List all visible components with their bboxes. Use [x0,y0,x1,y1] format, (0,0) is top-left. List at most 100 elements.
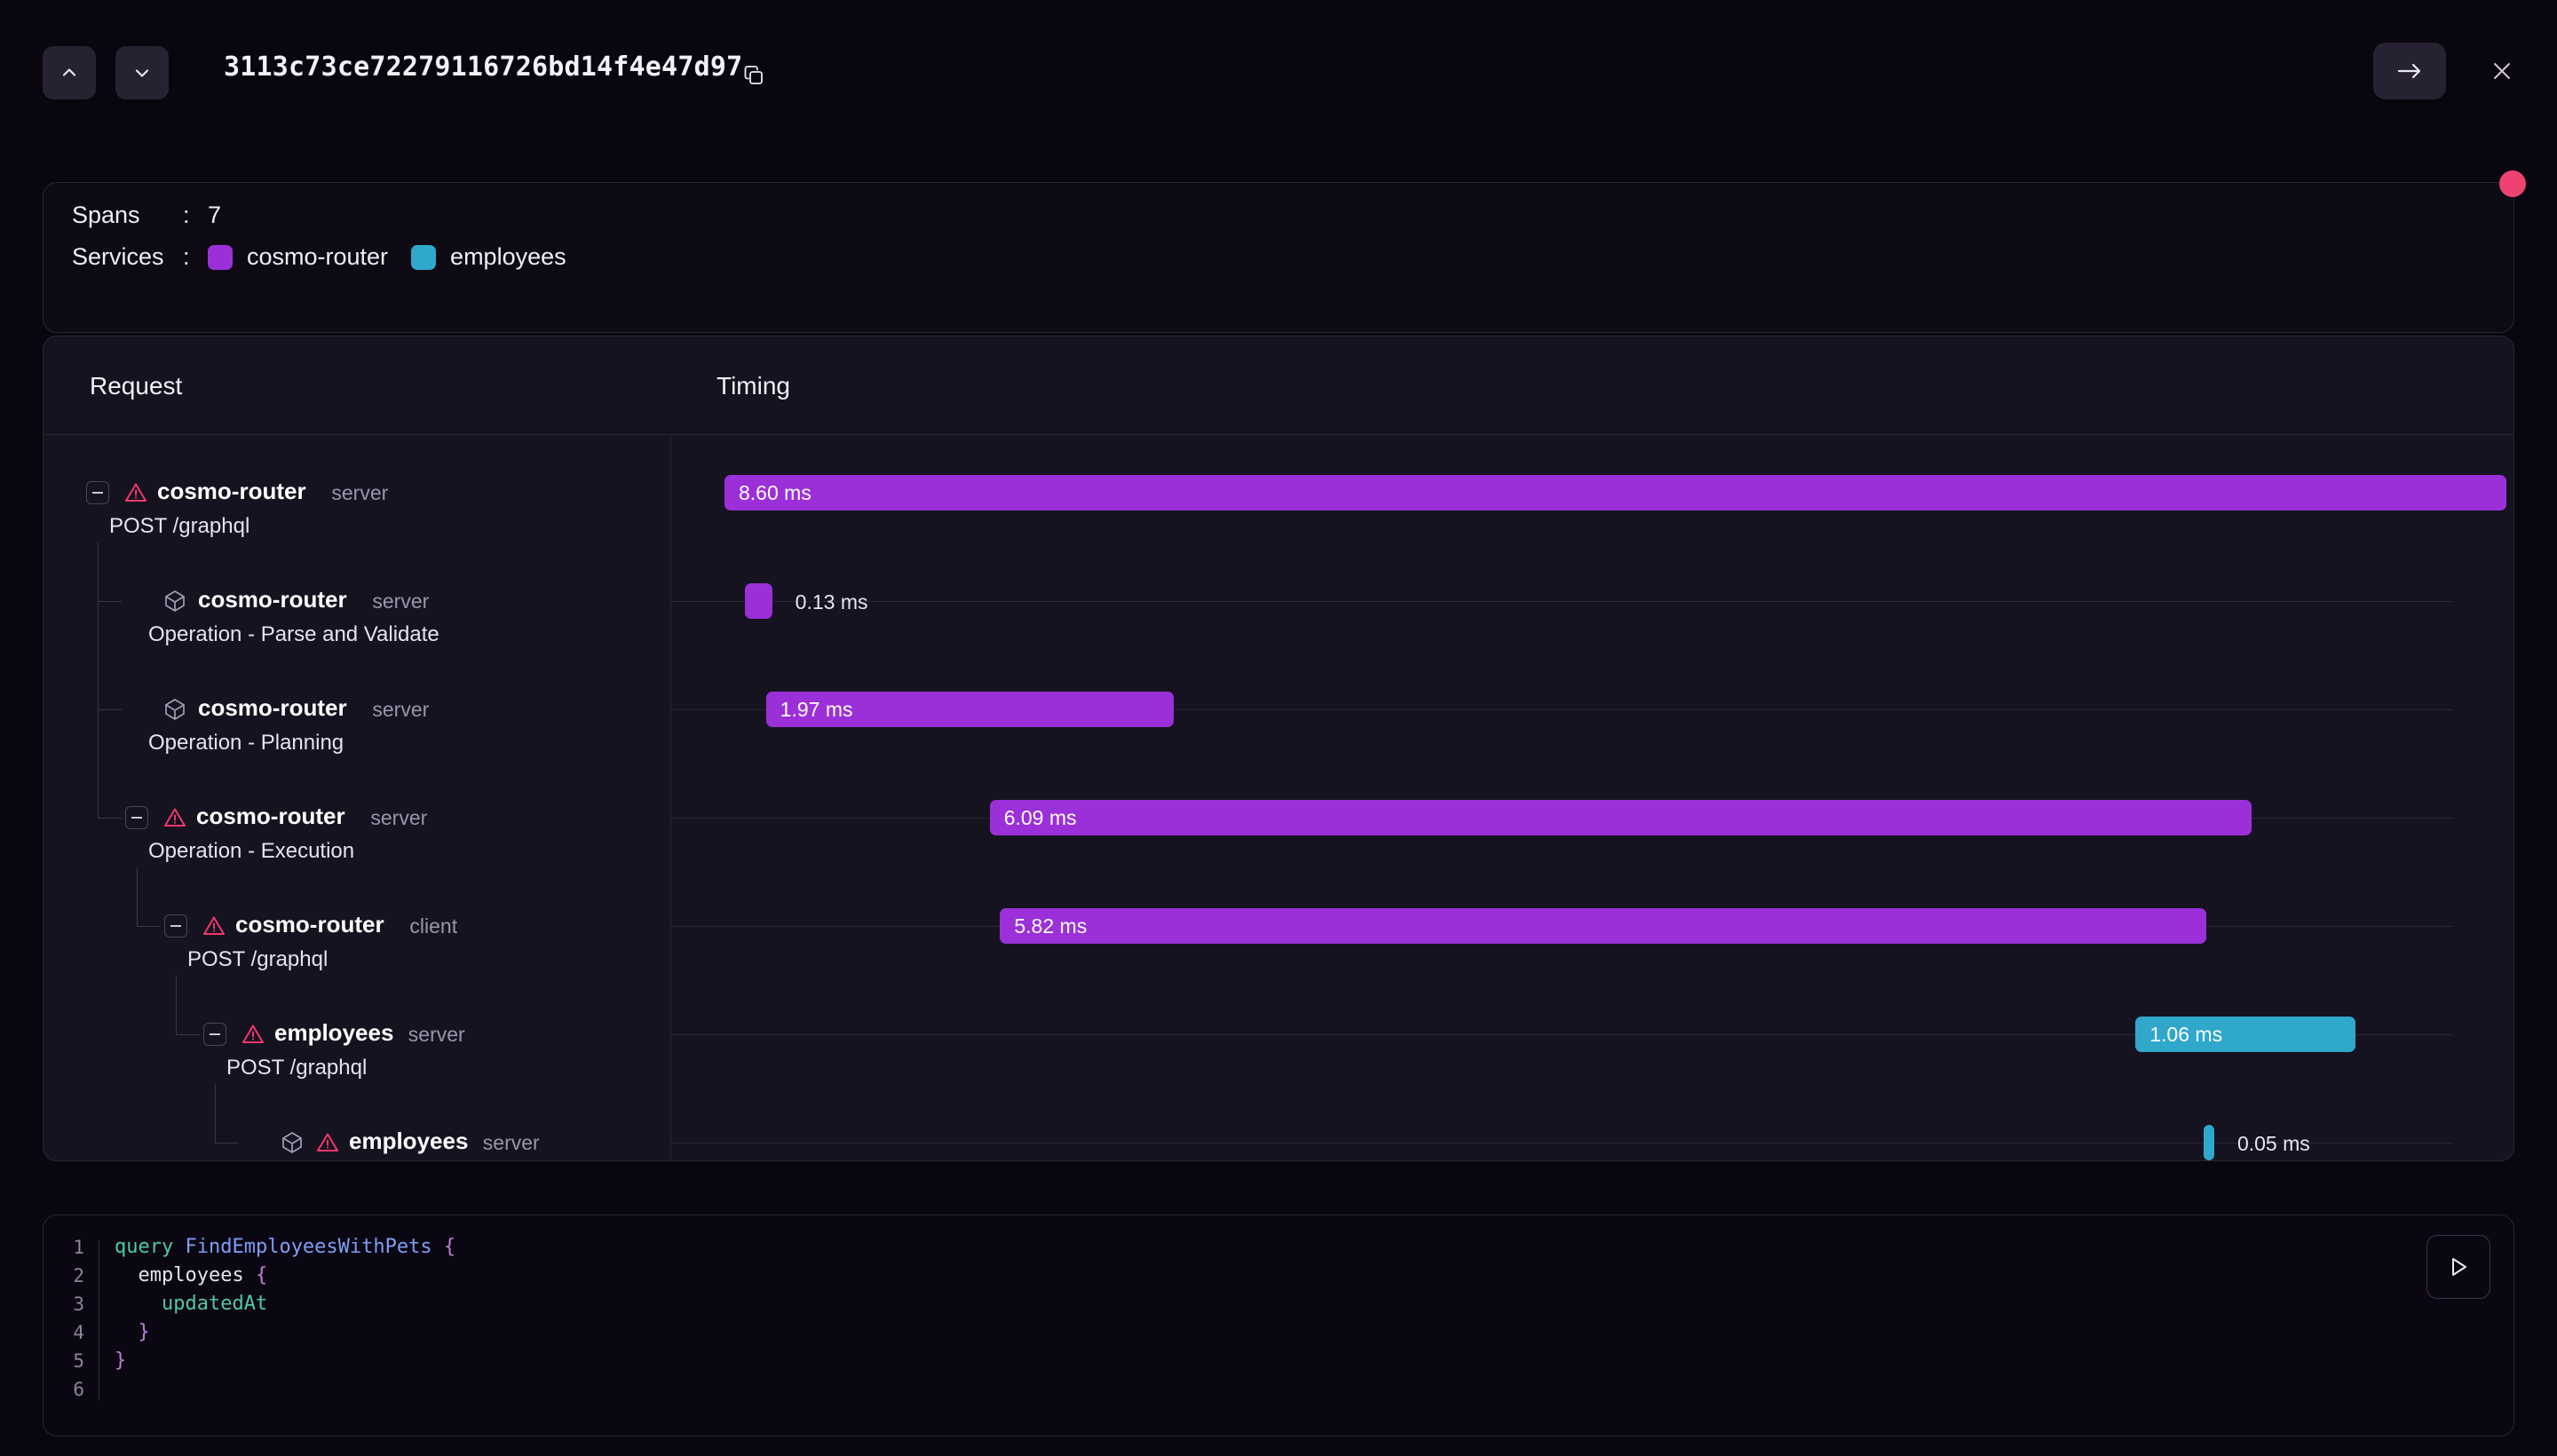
tree-connector-horizontal [176,1034,200,1035]
code-line: employees { [115,1262,455,1290]
span-duration-bar[interactable]: 5.82 ms [1000,908,2205,944]
span-kind: server [331,481,388,505]
service-name: cosmo-router [247,243,388,271]
warning-icon [241,1022,265,1047]
service-color-swatch [208,245,233,270]
play-icon [2446,1254,2471,1279]
collapse-toggle[interactable] [125,806,148,829]
warning-icon [162,805,187,830]
tree-connector-horizontal [137,926,161,927]
span-service-name: employees [349,1128,468,1155]
service-legend-item: cosmo-router [208,243,388,271]
span-kind: client [409,914,457,938]
cube-icon [162,589,187,613]
code-token: query [115,1236,185,1258]
request-column-header: Request [90,372,182,400]
minus-icon [210,1033,220,1035]
spans-colon: : [183,202,208,229]
services-list: cosmo-router employees [208,243,590,271]
code-token: FindEmployeesWithPets [185,1236,443,1258]
tree-connector-vertical [215,1084,216,1143]
span-duration-label: 1.97 ms [766,698,853,722]
trace-waterfall-panel: Request Timing cosmo-router server POST /g… [43,336,2514,1161]
open-trace-button[interactable] [2373,43,2446,99]
close-button[interactable] [2481,50,2523,92]
warning-icon [202,914,226,938]
line-number: 3 [44,1290,99,1318]
spans-row: Spans : 7 [72,202,221,229]
span-service-name: employees [274,1019,393,1047]
span-row[interactable]: cosmo-routerserverOperation - Execution [44,796,670,851]
chevron-up-icon [59,63,79,83]
span-duration-label: 6.09 ms [990,806,1077,830]
spans-label: Spans [72,202,183,229]
span-kind: server [408,1023,465,1047]
span-duration-bar[interactable]: 8.60 ms [724,475,2506,510]
trace-detail-page: 3113c73ce72279116726bd14f4e47d97 Spans :… [0,0,2557,1456]
service-legend-item: employees [411,243,566,271]
span-row[interactable]: cosmo-routerserverPOST /graphql [44,471,670,526]
tree-connector-horizontal [98,818,122,819]
timing-gridline [671,601,2453,602]
span-operation: Operation - Planning [148,731,344,756]
close-icon [2490,59,2514,83]
code-token: { [256,1264,267,1286]
spans-value: 7 [208,202,221,229]
span-duration-bar[interactable]: 1.97 ms [766,692,1175,727]
span-operation: POST /graphql [187,947,328,972]
tree-connector-horizontal [98,709,122,710]
span-duration-bar[interactable]: 6.09 ms [990,800,2252,835]
warning-icon [123,480,148,505]
timing-column-header: Timing [716,372,790,400]
span-duration-bar[interactable]: 1.06 ms [2135,1017,2355,1052]
span-operation: POST /graphql [109,514,249,539]
header-bar: 3113c73ce72279116726bd14f4e47d97 [0,0,2557,142]
next-trace-button[interactable] [115,46,169,99]
query-editor-panel: 123456 query FindEmployeesWithPets { emp… [43,1215,2514,1436]
span-kind: server [372,698,429,722]
span-row[interactable]: cosmo-routerserverOperation - Planning [44,688,670,742]
services-label: Services [72,243,183,271]
minus-icon [131,817,142,819]
service-color-swatch [411,245,436,270]
error-badge [2499,170,2526,197]
services-colon: : [183,243,208,271]
span-operation: Operation - Parse and Validate [148,622,439,647]
span-service-name: cosmo-router [157,478,306,505]
code-token: } [115,1321,150,1343]
line-number: 2 [44,1262,99,1290]
span-duration-label: 0.13 ms [796,590,868,614]
copy-trace-id-button[interactable] [733,55,774,96]
span-duration-label: 0.05 ms [2237,1132,2310,1156]
previous-trace-button[interactable] [43,46,96,99]
collapse-toggle[interactable] [203,1023,226,1046]
trace-id: 3113c73ce72279116726bd14f4e47d97 [224,51,742,83]
span-row[interactable]: cosmo-routerserverOperation - Parse and … [44,580,670,634]
service-name: employees [450,243,566,271]
span-service-name: cosmo-router [196,803,345,830]
code-line: } [115,1347,455,1375]
span-service-name: cosmo-router [198,694,347,722]
query-code[interactable]: query FindEmployeesWithPets { employees … [115,1233,455,1404]
span-row[interactable]: employeesserverPOST /graphql [44,1013,670,1067]
span-duration-label: 5.82 ms [1000,914,1087,938]
span-service-name: cosmo-router [235,911,384,938]
line-number-gutter: 123456 [44,1233,99,1404]
minus-icon [170,925,181,927]
span-row[interactable]: employeesservernameless-operation [44,1121,670,1161]
collapse-toggle[interactable] [164,914,187,938]
collapse-toggle[interactable] [86,481,109,504]
span-duration-bar[interactable] [2204,1125,2214,1160]
chevron-down-icon [132,63,152,83]
span-duration-label: 1.06 ms [2135,1023,2222,1047]
code-line: query FindEmployeesWithPets { [115,1233,455,1262]
span-operation: POST /graphql [226,1056,367,1080]
span-duration-bar[interactable] [745,583,772,619]
services-row: Services : cosmo-router employees [72,243,590,271]
code-token: } [115,1349,126,1372]
span-service-name: cosmo-router [198,586,347,613]
run-query-button[interactable] [2426,1235,2490,1299]
cube-icon [280,1130,305,1155]
line-number: 1 [44,1233,99,1262]
line-number: 5 [44,1347,99,1375]
